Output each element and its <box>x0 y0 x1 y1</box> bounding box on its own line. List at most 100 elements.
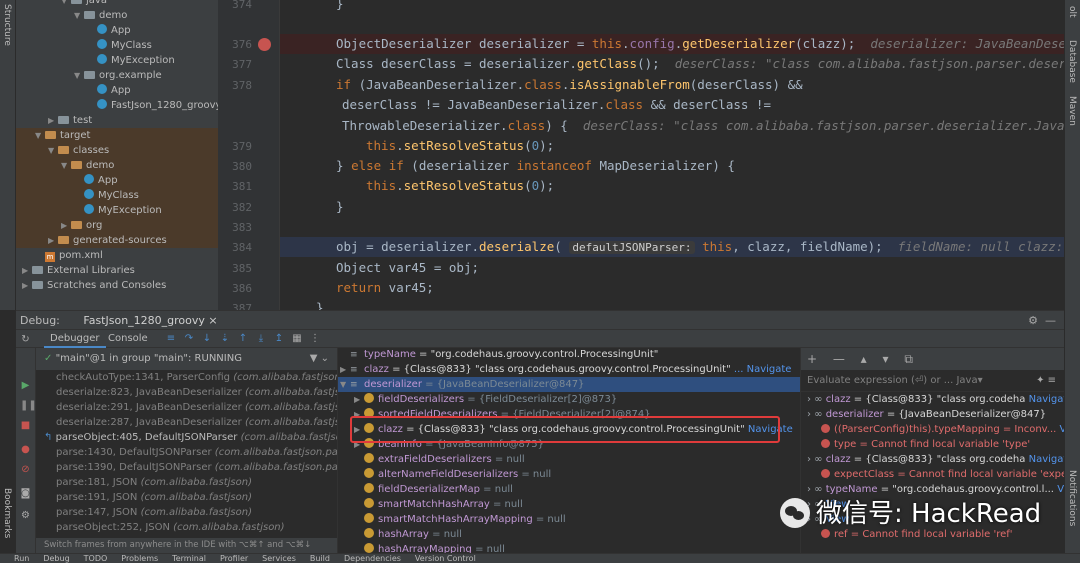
evaluate-icon[interactable]: ▦ <box>292 333 302 344</box>
tree-item[interactable]: App <box>16 83 218 98</box>
settings-icon[interactable]: ⚙ — <box>1028 311 1056 331</box>
watch-row[interactable]: › ∞ deserializer = {JavaBeanDeserializer… <box>801 407 1064 422</box>
watch-link[interactable]: Navigate <box>1029 394 1064 405</box>
tree-item[interactable]: ▼ demo <box>16 8 218 23</box>
stack-frame[interactable]: parse:191, JSON (com.alibaba.fastjson) <box>36 490 337 505</box>
watch-row[interactable]: type = Cannot find local variable 'type' <box>801 437 1064 452</box>
chevron-right-icon[interactable]: ▶ <box>48 113 58 128</box>
tree-item[interactable]: m pom.xml <box>16 248 218 263</box>
mute-breakpoints-icon[interactable]: ⊘ <box>20 464 31 475</box>
variable-row[interactable]: ▶ ≡ clazz = {Class@833} "class org.codehau… <box>338 362 800 377</box>
add-watch-icon[interactable]: ✦ ≡ <box>1036 370 1056 392</box>
run-to-cursor-icon[interactable]: ⤓ <box>256 333 266 344</box>
variable-row[interactable]: hashArray = null <box>338 527 800 542</box>
bottom-tool-tab[interactable]: Dependencies <box>344 554 401 563</box>
tree-item[interactable]: MyClass <box>16 188 218 203</box>
drop-frame-icon[interactable]: ↥ <box>274 333 284 344</box>
watch-row[interactable]: › ∞ typeName = "org.codehaus.groovy.cont… <box>801 482 1064 497</box>
variable-row[interactable]: ≡ typeName = "org.codehaus.groovy.control… <box>338 348 800 362</box>
stack-frame[interactable]: parse:147, JSON (com.alibaba.fastjson) <box>36 505 337 520</box>
gear-icon[interactable]: ⚙ <box>20 510 31 521</box>
more-icon[interactable]: ⋮ <box>310 333 320 344</box>
bookmarks-tool-label[interactable]: Bookmarks <box>2 488 12 538</box>
chevron-right-icon[interactable]: ▶ <box>48 233 58 248</box>
variable-row[interactable]: smartMatchHashArray = null <box>338 497 800 512</box>
watch-link[interactable]: Navigate <box>1029 454 1064 465</box>
chevron-down-icon[interactable]: ▼ <box>74 68 84 83</box>
notifications-tool-label[interactable]: Notifications <box>1067 470 1077 526</box>
stack-frame[interactable]: deserialze:823, JavaBeanDeserializer (co… <box>36 385 337 400</box>
stack-frame[interactable]: parse:1390, DefaultJSONParser (com.aliba… <box>36 460 337 475</box>
tree-item[interactable]: App <box>16 173 218 188</box>
bottom-tool-tab[interactable]: Profiler <box>220 554 248 563</box>
chevron-right-icon[interactable]: ▶ <box>22 263 32 278</box>
watch-row[interactable]: › ∞ clazz = {Class@833} "class org.codeh… <box>801 392 1064 407</box>
tab-debugger[interactable]: Debugger <box>44 330 106 348</box>
tree-item[interactable]: MyClass <box>16 38 218 53</box>
watch-link[interactable]: View <box>1060 424 1064 435</box>
database-tool-label[interactable]: Database <box>1067 40 1077 83</box>
bottom-tool-tab[interactable]: Run <box>14 554 29 563</box>
tree-item[interactable]: ▶ org <box>16 218 218 233</box>
tree-item[interactable]: ▼ classes <box>16 143 218 158</box>
filter-icon[interactable]: ▼ ⌄ <box>310 348 329 370</box>
tree-item[interactable]: ▼ org.example <box>16 68 218 83</box>
code-editor[interactable]: 374 376 377 378 379 380 381 382 383 384 385 386 387 … <box>218 0 1064 310</box>
breakpoint-icon[interactable] <box>258 38 271 51</box>
tree-item[interactable]: ▼ target <box>16 128 218 143</box>
chevron-right-icon[interactable]: ▶ <box>340 362 350 377</box>
stack-frame[interactable]: parse:181, JSON (com.alibaba.fastjson) <box>36 475 337 490</box>
watch-link[interactable]: View <box>1057 484 1064 495</box>
editor-gutter[interactable]: 374 376 377 378 379 380 381 382 383 384 385 386 387 <box>218 0 280 310</box>
tree-item[interactable]: ▶ External Libraries <box>16 263 218 278</box>
bottom-tool-tab[interactable]: Version Control <box>415 554 476 563</box>
variable-row[interactable]: ▼ ≡ deserializer = {JavaBeanDeserializer@8… <box>338 377 800 392</box>
variable-row[interactable]: fieldDeserializerMap = null <box>338 482 800 497</box>
evaluate-expression-input[interactable]: Evaluate expression (⏎) or ... Java▾ ✦ ≡ <box>801 370 1064 392</box>
variable-row[interactable]: alterNameFieldDeserializers = null <box>338 467 800 482</box>
structure-tool-label[interactable]: Structure <box>2 4 12 46</box>
tree-item[interactable]: ▶ generated-sources <box>16 233 218 248</box>
tree-item[interactable]: MyException <box>16 203 218 218</box>
stack-frame[interactable]: deserialze:291, JavaBeanDeserializer (co… <box>36 400 337 415</box>
step-into-icon[interactable]: ↓ <box>202 333 212 344</box>
right-strip-label[interactable]: olt <box>1067 6 1077 18</box>
tree-item[interactable]: ▼ demo <box>16 158 218 173</box>
watch-row[interactable]: ((ParserConfig)this).typeMapping = Incon… <box>801 422 1064 437</box>
tree-item[interactable]: ▶ Scratches and Consoles <box>16 278 218 293</box>
chevron-down-icon[interactable]: ▼ <box>35 128 45 143</box>
chevron-down-icon[interactable]: ▼ <box>61 0 71 8</box>
rerun-icon[interactable]: ↻ <box>20 334 31 345</box>
chevron-right-icon[interactable]: ▶ <box>354 392 364 407</box>
step-over-icon[interactable]: ↷ <box>184 333 194 344</box>
bottom-tool-tab[interactable]: Problems <box>121 554 158 563</box>
stack-frame[interactable]: deserialze:287, JavaBeanDeserializer (co… <box>36 415 337 430</box>
stack-frame[interactable]: ↰ parseObject:405, DefaultJSONParser (co… <box>36 430 337 445</box>
stop-icon[interactable]: ■ <box>20 420 31 431</box>
bottom-tool-tab[interactable]: Debug <box>43 554 69 563</box>
chevron-down-icon[interactable]: ▼ <box>340 377 350 392</box>
chevron-down-icon[interactable]: ▼ <box>61 158 71 173</box>
tree-item[interactable]: ▶ test <box>16 113 218 128</box>
variable-row[interactable]: smartMatchHashArrayMapping = null <box>338 512 800 527</box>
chevron-right-icon[interactable]: ▶ <box>61 218 71 233</box>
tree-item[interactable]: ▼ java <box>16 0 218 8</box>
pause-icon[interactable]: ❚❚ <box>20 400 37 411</box>
thread-selector[interactable]: ✓ "main"@1 in group "main": RUNNING ▼ ⌄ <box>36 348 337 370</box>
watch-row[interactable]: › ∞ clazz = {Class@833} "class org.codeh… <box>801 452 1064 467</box>
step-out-icon[interactable]: ↑ <box>238 333 248 344</box>
tree-item[interactable]: App <box>16 23 218 38</box>
stack-frame[interactable]: parse:1430, DefaultJSONParser (com.aliba… <box>36 445 337 460</box>
watch-row[interactable]: expectClass = Cannot find local variable… <box>801 467 1064 482</box>
variable-row[interactable]: extraFieldDeserializers = null <box>338 452 800 467</box>
watch-toolbar[interactable]: + — ▴ ▾ ⧉ <box>801 348 1064 370</box>
tree-item[interactable]: MyException <box>16 53 218 68</box>
bottom-tool-tab[interactable]: Terminal <box>172 554 206 563</box>
bottom-tool-tab[interactable]: Services <box>262 554 296 563</box>
force-step-into-icon[interactable]: ⇣ <box>220 333 230 344</box>
resume-icon[interactable]: ▶ <box>20 380 31 391</box>
navigate-link[interactable]: ... Navigate <box>734 364 792 375</box>
bottom-tool-tab[interactable]: Build <box>310 554 330 563</box>
camera-icon[interactable]: ◙ <box>20 488 31 499</box>
chevron-down-icon[interactable]: ▼ <box>48 143 58 158</box>
